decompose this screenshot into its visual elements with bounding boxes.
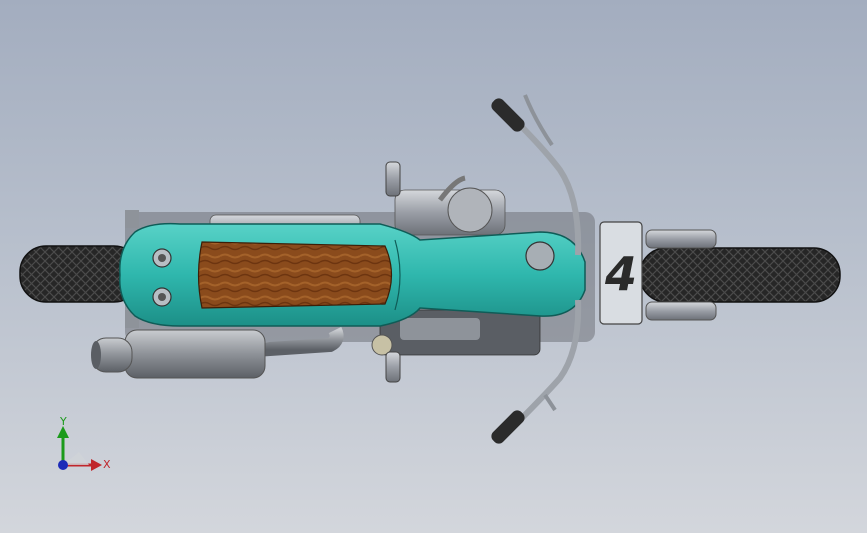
motorcycle-model[interactable]: 4	[0, 0, 867, 533]
fuel-cap	[525, 241, 555, 271]
body-shell	[119, 222, 586, 327]
front-tire	[639, 247, 841, 303]
wooden-seat	[197, 241, 393, 309]
coordinate-triad	[57, 426, 102, 471]
graphics-viewport[interactable]: 4 Y X	[0, 0, 867, 533]
svg-text:4: 4	[604, 247, 637, 301]
y-axis-label: Y	[60, 415, 67, 428]
x-axis-label: X	[103, 458, 111, 471]
